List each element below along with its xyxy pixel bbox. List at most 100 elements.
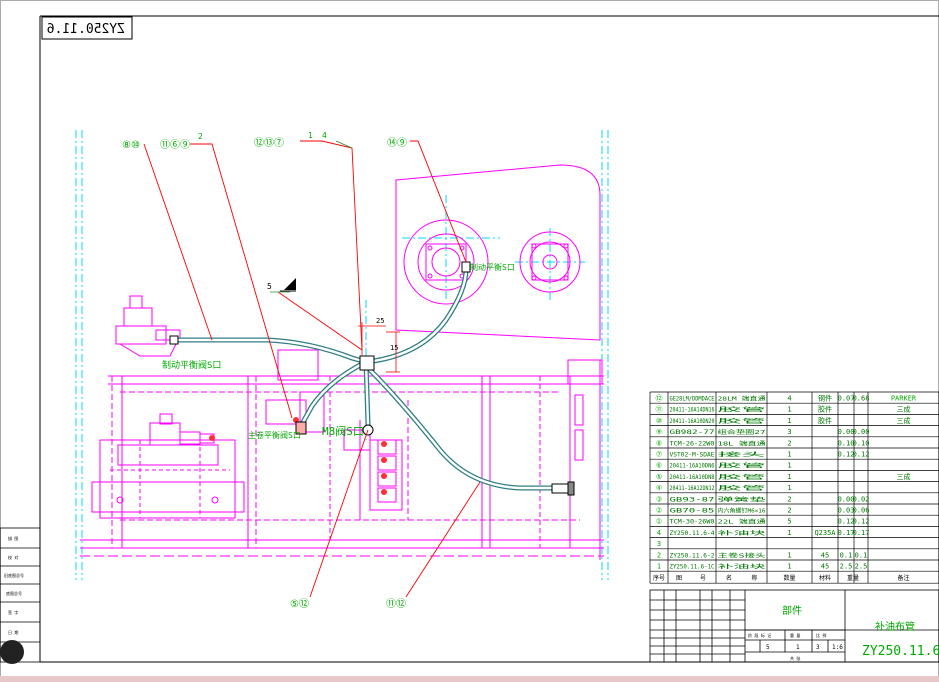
bom-cell-qty: 1: [787, 451, 791, 459]
left-brake-valve: [115, 295, 181, 357]
port-label-main-balance: 主卷平衡阀S口: [248, 430, 301, 440]
motor-assembly: [91, 413, 245, 519]
callout-label: ⑫⑬⑦: [254, 137, 284, 149]
bom-header-c6: 数量: [783, 574, 795, 582]
bom-cell-mat: 钢件: [818, 394, 832, 403]
bom-cell-no: ⑤: [656, 473, 662, 481]
callout-number: 1: [308, 131, 313, 140]
bom-cell-w2: 0.17: [853, 529, 870, 537]
bom-cell-code: ZY250.11.6-4: [670, 530, 715, 537]
bom-cell-qty: 2: [787, 507, 791, 515]
bom-header-c3: 号: [700, 575, 706, 582]
callout-label: ⑭⑨: [387, 137, 407, 149]
bom-cell-no: ⑥: [656, 462, 662, 470]
bom-cell-note: 三成: [897, 405, 911, 414]
stage-label: 比 例: [816, 632, 826, 638]
bom-cell-qty: 1: [787, 417, 791, 425]
drawing-title: 补油布管: [875, 620, 915, 633]
bom-cell-name: 接头: [718, 451, 768, 459]
bom-cell-mat: Q235A: [814, 529, 836, 537]
bom-cell-no: ⑧: [656, 439, 662, 447]
bom-cell-qty: 1: [787, 563, 791, 571]
stage-label: 重 量: [790, 632, 800, 638]
bom-cell-qty: 1: [787, 551, 791, 559]
bom-cell-w2: 2.5: [855, 563, 868, 571]
bom-cell-mat: 胶件: [818, 405, 832, 414]
bom-cell-code: TCM-26-22W0: [670, 440, 715, 447]
bom-cell-name: 主卷S接头: [718, 551, 767, 559]
mirrored-drawing-code: ZY250.11.6: [47, 22, 125, 37]
bom-cell-name: 18L 端直通: [718, 439, 767, 447]
bom-cell-name: 胶管: [718, 484, 768, 492]
callout-number: 2: [198, 132, 203, 141]
drawing-canvas: ZY250.11.6 描 图 校 对 旧底图总号 底图总号 签 字 日 期 ⑧⑩…: [0, 0, 939, 682]
bom-header-c4: 名: [726, 574, 732, 582]
bom-cell-code: TCM-30-26W0: [670, 519, 715, 526]
bom-cell-qty: 2: [787, 439, 791, 447]
bom-cell-no: ⑫: [656, 395, 663, 403]
bom-cell-no: 1: [657, 563, 661, 571]
bom-header-c5: 称: [751, 574, 757, 582]
bom-cell-w2: 0.1: [855, 551, 868, 559]
drawing-frame: [0, 0, 939, 682]
oil-hoses: [173, 267, 563, 491]
bom-header-c7: 材料: [819, 574, 831, 582]
port-label-left: 制动平衡阀S口: [162, 359, 221, 371]
bom-cell-qty: 1: [787, 529, 791, 537]
stamp-label: 旧底图总号: [4, 572, 24, 578]
scale-a: 5: [766, 644, 770, 651]
bom-cell-mat: 胶件: [818, 416, 832, 425]
bom-cell-no: ⑪: [656, 406, 663, 414]
bom-cell-code: GB93-87: [670, 496, 716, 503]
bom-cell-code: GB982-77: [670, 429, 716, 436]
bom-cell-w2: 0.00: [853, 428, 870, 436]
callout-label: ⑧⑩: [122, 140, 140, 151]
bom-cell-code: ZY250.11.6-2: [670, 552, 715, 559]
bom-cell-code: 20411-16A12DN12: [670, 485, 715, 492]
bom-cell-no: ③: [656, 495, 662, 503]
bom-table: ⑫ GE28LM/DDMDACE 28LM 端直通 4 钢件 0.070.68 PARKER…: [649, 391, 939, 584]
bom-cell-w2: 0.10: [853, 439, 870, 447]
bom-cell-code: ZY250.11.6-1C: [670, 564, 715, 571]
bom-cell-name: 胶管: [718, 473, 768, 481]
bom-cell-no: 4: [657, 529, 661, 537]
bom-cell-w2: 0.02: [853, 495, 870, 503]
bom-cell-note: 三成: [897, 416, 911, 425]
callout-label: ⑪⑥⑨: [160, 139, 190, 151]
winch-housing: [395, 164, 601, 341]
bom-header-c9: 备注: [897, 574, 909, 582]
bom-header-c2: 图: [676, 575, 682, 582]
scale-c: 3: [816, 644, 820, 651]
dimension-value: 15: [390, 344, 398, 352]
sheet-label: 共 张: [790, 655, 800, 661]
callout-number: 5: [267, 282, 272, 291]
bom-cell-code: 20411-16A10DN6: [670, 463, 715, 470]
bom-cell-w2: 0.68: [853, 395, 870, 403]
bom-cell-name: 补油块: [718, 529, 767, 537]
callout-label: ⑤⑫: [290, 598, 309, 610]
bom-cell-w2: 0.06: [853, 507, 870, 515]
stage-label: 阶 段 标 记: [748, 632, 771, 638]
bom-cell-w1: 2.5: [840, 563, 853, 571]
bom-cell-no: 3: [657, 540, 661, 548]
bom-cell-no: ⑦: [656, 451, 662, 459]
stamp-label: 签 字: [8, 609, 18, 615]
bom-cell-name: 胶管: [718, 406, 768, 414]
bom-cell-qty: 2: [787, 495, 791, 503]
bom-cell-code: 20411-16A10DN20: [670, 418, 715, 425]
bom-cell-qty: 1: [787, 462, 791, 470]
callout-number: 4: [322, 131, 327, 140]
stamp-label: 底图总号: [6, 590, 22, 596]
bom-cell-code: GB70-85: [670, 508, 716, 515]
corner-dark-blob: [0, 640, 24, 664]
bom-cell-w2: 0.12: [853, 518, 870, 526]
title-block-text: 部件 补油布管 ZY250.11.6 阶 段 标 记 重 量 比 例 5 1 3…: [748, 604, 939, 661]
bom-cell-no: ⑩: [656, 417, 662, 425]
bom-cell-name: 内六角螺钉M6×16: [718, 507, 766, 515]
hose-fittings: [169, 261, 575, 496]
port-label-m8: M8阀S口: [322, 424, 364, 438]
bom-cell-qty: 1: [787, 473, 791, 481]
bom-cell-w1: 0.1: [840, 551, 853, 559]
stamp-label: 校 对: [8, 554, 18, 560]
bom-cell-qty: 1: [787, 484, 791, 492]
